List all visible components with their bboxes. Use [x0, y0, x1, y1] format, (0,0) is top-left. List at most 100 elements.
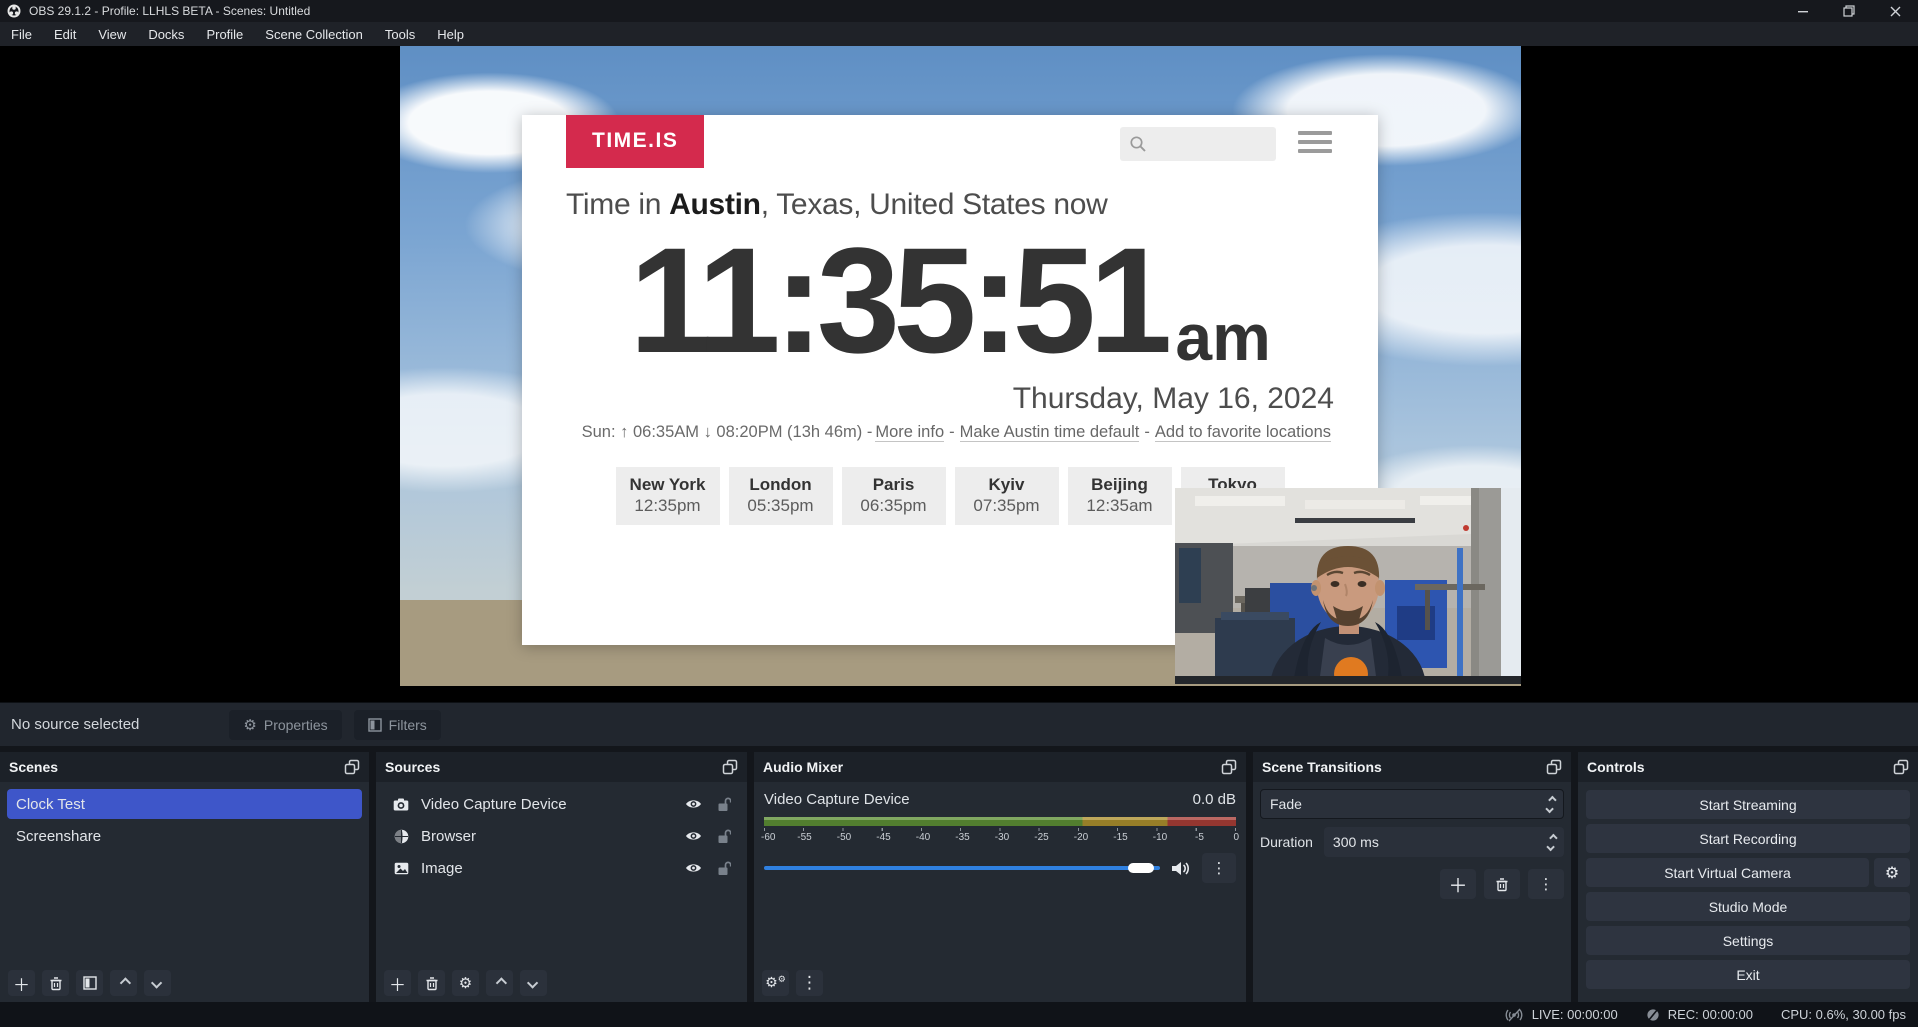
move-source-up-button[interactable]	[486, 970, 513, 996]
source-item-video-capture[interactable]: Video Capture Device	[383, 789, 740, 819]
popout-icon[interactable]	[1221, 759, 1237, 775]
duration-input[interactable]: 300 ms	[1324, 827, 1564, 857]
menu-help[interactable]: Help	[426, 24, 475, 45]
remove-transition-button[interactable]	[1484, 869, 1520, 899]
scene-item-clock-test[interactable]: Clock Test	[7, 789, 362, 819]
popout-icon[interactable]	[1546, 759, 1562, 775]
speaker-icon[interactable]	[1171, 860, 1191, 877]
tick-label: -10	[1148, 832, 1172, 843]
favorite-locations-link[interactable]: Add to favorite locations	[1155, 423, 1331, 442]
mixer-menu-button[interactable]: ⋮	[796, 970, 823, 996]
menu-view[interactable]: View	[87, 24, 137, 45]
filter-icon	[368, 718, 382, 732]
webcam-scene	[1175, 488, 1521, 684]
sun-info-line: Sun: ↑ 06:35AM ↓ 08:20PM (13h 46m) -More…	[566, 423, 1334, 442]
make-default-link[interactable]: Make Austin time default	[960, 423, 1140, 442]
source-item-browser[interactable]: Browser	[383, 821, 740, 851]
popout-icon[interactable]	[722, 759, 738, 775]
audio-mixer-panel: Audio Mixer Video Capture Device 0.0 dB …	[754, 752, 1246, 1002]
virtual-camera-settings-button[interactable]: ⚙	[1874, 858, 1910, 887]
preview-canvas[interactable]: TIME.IS Time in Austin, Texas, United St…	[0, 46, 1918, 702]
menu-edit[interactable]: Edit	[43, 24, 87, 45]
source-status-text: No source selected	[11, 716, 139, 733]
transition-select[interactable]: Fade	[1260, 789, 1564, 819]
window-title: OBS 29.1.2 - Profile: LLHLS BETA - Scene…	[29, 4, 310, 18]
city-card[interactable]: Paris 06:35pm	[842, 467, 946, 525]
image-icon	[394, 862, 409, 875]
filters-label: Filters	[389, 717, 427, 733]
current-date: Thursday, May 16, 2024	[566, 382, 1334, 416]
add-source-button[interactable]: ＋	[384, 970, 411, 996]
unlock-icon[interactable]	[717, 861, 731, 876]
sun-times: Sun: ↑ 06:35AM ↓ 08:20PM (13h 46m) -	[582, 423, 873, 441]
chevron-up-icon	[119, 977, 130, 988]
restore-button[interactable]	[1826, 0, 1872, 22]
city-card[interactable]: Beijing 12:35am	[1068, 467, 1172, 525]
settings-button[interactable]: Settings	[1586, 926, 1910, 955]
live-time: LIVE: 00:00:00	[1532, 1007, 1618, 1022]
visibility-eye-icon[interactable]	[685, 862, 702, 874]
city-name: Kyiv	[968, 475, 1046, 495]
tick-label: -30	[990, 832, 1014, 843]
start-virtual-camera-button[interactable]: Start Virtual Camera	[1586, 858, 1869, 887]
timeis-search-input[interactable]	[1120, 127, 1276, 161]
remove-scene-button[interactable]	[42, 970, 69, 996]
scene-item-screenshare[interactable]: Screenshare	[7, 821, 362, 851]
move-source-down-button[interactable]	[520, 970, 547, 996]
camera-icon	[393, 798, 409, 811]
unlock-icon[interactable]	[717, 829, 731, 844]
transition-options-button[interactable]: ⋮	[1528, 869, 1564, 899]
remove-source-button[interactable]	[418, 970, 445, 996]
gear-icon: ⚙	[243, 716, 256, 734]
exit-button[interactable]: Exit	[1586, 960, 1910, 989]
unlock-icon[interactable]	[717, 797, 731, 812]
menu-bar: File Edit View Docks Profile Scene Colle…	[0, 22, 1918, 46]
properties-button[interactable]: ⚙ Properties	[229, 710, 341, 740]
duration-value: 300 ms	[1333, 834, 1379, 850]
tick-label: -60	[761, 832, 777, 843]
scene-label: Screenshare	[16, 828, 101, 845]
menu-tools[interactable]: Tools	[374, 24, 426, 45]
program-video: TIME.IS Time in Austin, Texas, United St…	[400, 46, 1521, 686]
add-transition-button[interactable]: ＋	[1440, 869, 1476, 899]
popout-icon[interactable]	[344, 759, 360, 775]
popout-icon[interactable]	[1893, 759, 1909, 775]
start-streaming-button[interactable]: Start Streaming	[1586, 790, 1910, 819]
visibility-eye-icon[interactable]	[685, 798, 702, 810]
scenes-panel: Scenes Clock Test Screenshare ＋	[0, 752, 369, 1002]
move-scene-up-button[interactable]	[110, 970, 137, 996]
clock-digits: 11:35:51	[629, 222, 1165, 380]
scene-transitions-panel: Scene Transitions Fade Duration 300 ms	[1253, 752, 1571, 1002]
spinner-arrows-icon[interactable]	[1549, 835, 1555, 850]
city-card[interactable]: London 05:35pm	[729, 467, 833, 525]
menu-docks[interactable]: Docks	[137, 24, 195, 45]
source-label: Video Capture Device	[421, 796, 567, 813]
start-recording-button[interactable]: Start Recording	[1586, 824, 1910, 853]
hamburger-menu-icon[interactable]	[1298, 131, 1332, 153]
volume-slider[interactable]	[764, 866, 1160, 870]
city-card[interactable]: Kyiv 07:35pm	[955, 467, 1059, 525]
volume-slider-handle[interactable]	[1128, 863, 1154, 873]
tick-label: 0	[1227, 832, 1239, 843]
tick-label: -55	[793, 832, 817, 843]
close-button[interactable]	[1872, 0, 1918, 22]
city-card[interactable]: New York 12:35pm	[616, 467, 720, 525]
mixer-options-button[interactable]: ⋮	[1202, 853, 1236, 883]
visibility-eye-icon[interactable]	[685, 830, 702, 842]
move-scene-down-button[interactable]	[144, 970, 171, 996]
menu-profile[interactable]: Profile	[195, 24, 254, 45]
city-time: 12:35pm	[629, 496, 707, 516]
source-item-image[interactable]: Image	[383, 853, 740, 883]
advanced-audio-button[interactable]: ⚙⚙	[762, 970, 789, 996]
filters-button[interactable]: Filters	[354, 710, 441, 740]
menu-file[interactable]: File	[0, 24, 43, 45]
scene-transitions-title: Scene Transitions	[1262, 759, 1382, 775]
scene-filters-button[interactable]	[76, 970, 103, 996]
city-time: 05:35pm	[742, 496, 820, 516]
minimize-button[interactable]	[1780, 0, 1826, 22]
add-scene-button[interactable]: ＋	[8, 970, 35, 996]
menu-scene-collection[interactable]: Scene Collection	[254, 24, 374, 45]
studio-mode-button[interactable]: Studio Mode	[1586, 892, 1910, 921]
source-properties-button[interactable]: ⚙	[452, 970, 479, 996]
more-info-link[interactable]: More info	[875, 423, 944, 442]
